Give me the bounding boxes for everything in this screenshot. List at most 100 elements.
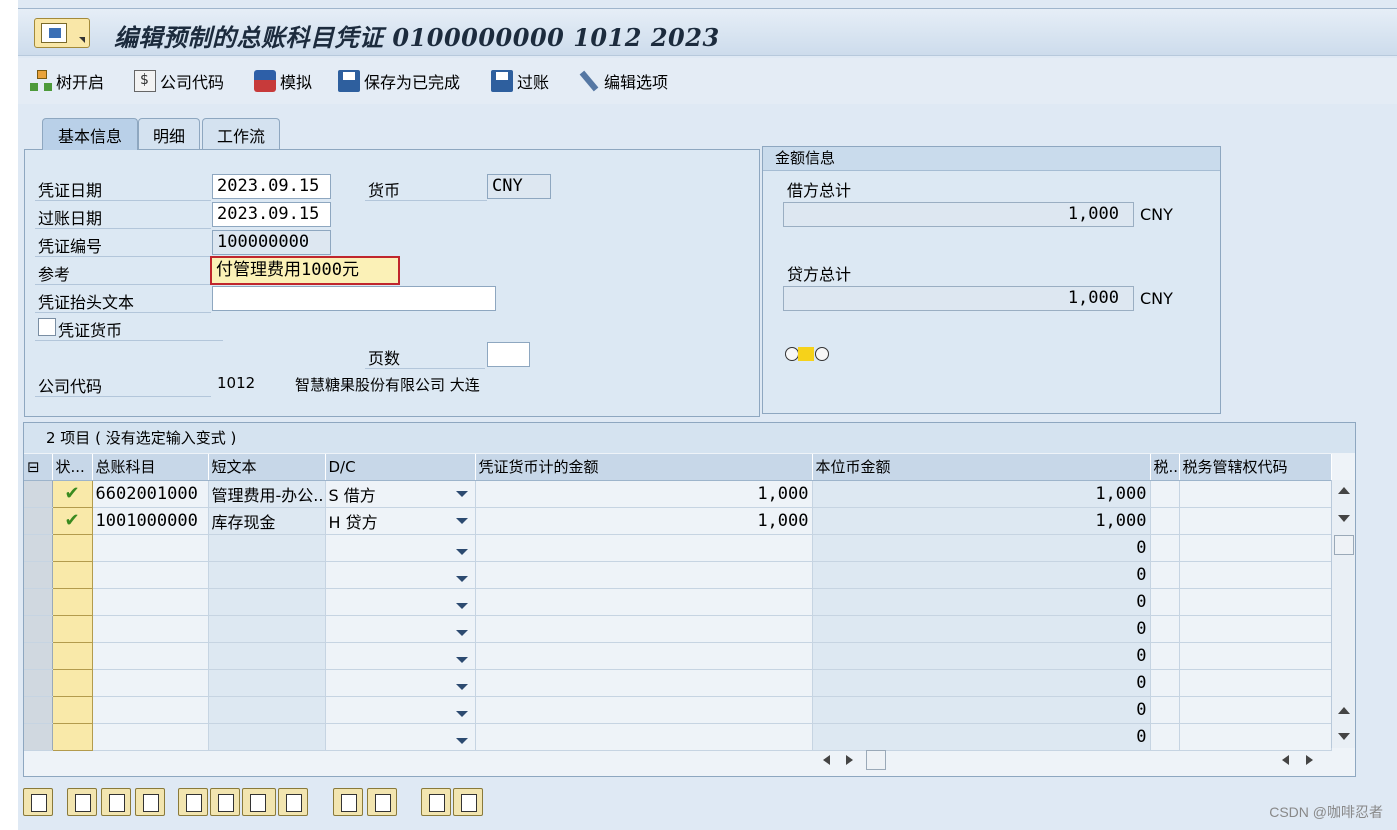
dc-cell[interactable] <box>325 534 476 562</box>
row-selector[interactable] <box>24 669 53 697</box>
dropdown-icon[interactable] <box>455 490 468 497</box>
gl-account-cell[interactable] <box>92 534 209 562</box>
edit-options-button[interactable]: 编辑选项 <box>578 68 668 94</box>
variant-icon[interactable] <box>453 788 483 816</box>
tax-jurisdiction-cell[interactable] <box>1179 723 1332 751</box>
gl-account-cell[interactable] <box>92 561 209 589</box>
vertical-scrollbar[interactable] <box>1331 480 1355 748</box>
reference-field[interactable]: 付管理费用1000元 <box>210 256 400 285</box>
filter-icon[interactable] <box>101 788 131 816</box>
company-code-button[interactable]: 公司代码 <box>134 68 224 94</box>
row-selector[interactable] <box>24 507 53 535</box>
short-text-cell[interactable]: 管理费用-办公... <box>208 480 326 508</box>
dropdown-icon[interactable] <box>455 603 468 609</box>
hscroll-thumb[interactable] <box>866 750 886 770</box>
row-selector[interactable] <box>24 723 53 751</box>
local-amount-cell[interactable]: 0 <box>812 561 1151 589</box>
local-amount-cell[interactable]: 1,000 <box>812 480 1151 508</box>
tax-jurisdiction-cell[interactable] <box>1179 669 1332 697</box>
col-gl-account[interactable]: 总账科目 <box>92 454 209 481</box>
short-text-cell[interactable] <box>208 561 326 589</box>
scroll-right-icon[interactable] <box>846 755 853 765</box>
table-row[interactable]: ✔ 6602001000 管理费用-办公... S 借方 1,000 1,000 <box>24 479 1332 508</box>
doc-amount-cell[interactable]: 1,000 <box>475 480 813 508</box>
add-rows-icon[interactable] <box>242 788 276 816</box>
tab-basic-info[interactable]: 基本信息 <box>42 118 138 150</box>
tax-cell[interactable] <box>1150 615 1180 643</box>
tax-jurisdiction-cell[interactable] <box>1179 615 1332 643</box>
dc-cell[interactable] <box>325 588 476 616</box>
short-text-cell[interactable] <box>208 642 326 670</box>
doc-amount-cell[interactable] <box>475 561 813 589</box>
tax-jurisdiction-cell[interactable] <box>1179 534 1332 562</box>
tax-jurisdiction-cell[interactable] <box>1179 588 1332 616</box>
table-row[interactable]: 0 <box>24 533 1332 562</box>
gl-account-cell[interactable]: 6602001000 <box>92 480 209 508</box>
append-row-icon[interactable] <box>210 788 240 816</box>
scroll-left-end-icon[interactable] <box>1282 755 1289 765</box>
dc-cell[interactable] <box>325 669 476 697</box>
row-selector[interactable] <box>24 480 53 508</box>
col-dc[interactable]: D/C <box>325 454 476 481</box>
dropdown-icon[interactable] <box>455 630 468 636</box>
scroll-thumb[interactable] <box>1334 535 1354 555</box>
gl-account-cell[interactable] <box>92 723 209 751</box>
doc-amount-cell[interactable] <box>475 615 813 643</box>
table-row[interactable]: ✔ 1001000000 库存现金 H 贷方 1,000 1,000 <box>24 506 1332 535</box>
dropdown-icon[interactable] <box>455 711 468 717</box>
col-short-text[interactable]: 短文本 <box>208 454 326 481</box>
simulate-button[interactable]: 模拟 <box>254 68 312 94</box>
currency-field[interactable]: CNY <box>487 174 551 199</box>
tax-jurisdiction-cell[interactable] <box>1179 480 1332 508</box>
dc-cell[interactable] <box>325 642 476 670</box>
tax-cell[interactable] <box>1150 696 1180 724</box>
detail-icon[interactable] <box>23 788 53 816</box>
row-selector[interactable] <box>24 696 53 724</box>
col-tax[interactable]: 税.. <box>1150 454 1180 481</box>
menu-icon[interactable] <box>34 18 90 48</box>
tax-cell[interactable] <box>1150 669 1180 697</box>
tree-on-button[interactable]: 树开启 <box>30 68 104 94</box>
dc-cell[interactable] <box>325 723 476 751</box>
local-amount-cell[interactable]: 0 <box>812 615 1151 643</box>
gl-account-cell[interactable] <box>92 588 209 616</box>
save-as-complete-button[interactable]: 保存为已完成 <box>338 68 460 94</box>
table-row[interactable]: 0 <box>24 668 1332 697</box>
dropdown-icon[interactable] <box>455 576 468 582</box>
doc-amount-cell[interactable] <box>475 534 813 562</box>
dc-cell[interactable]: H 贷方 <box>325 507 476 535</box>
col-local-amount[interactable]: 本位币金额 <box>812 454 1151 481</box>
tax-cell[interactable] <box>1150 723 1180 751</box>
tab-workflow[interactable]: 工作流 <box>202 118 280 150</box>
scroll-page-up-icon[interactable] <box>1338 707 1350 714</box>
dropdown-icon[interactable] <box>455 517 468 524</box>
local-amount-cell[interactable]: 0 <box>812 669 1151 697</box>
doc-amount-cell[interactable] <box>475 669 813 697</box>
doc-amount-cell[interactable] <box>475 642 813 670</box>
row-selector[interactable] <box>24 615 53 643</box>
tax-cell[interactable] <box>1150 561 1180 589</box>
col-doc-amount[interactable]: 凭证货币计的金额 <box>475 454 813 481</box>
scroll-right-end-icon[interactable] <box>1306 755 1313 765</box>
local-amount-cell[interactable]: 1,000 <box>812 507 1151 535</box>
copy-icon[interactable] <box>333 788 363 816</box>
short-text-cell[interactable] <box>208 723 326 751</box>
gl-account-cell[interactable]: 1001000000 <box>92 507 209 535</box>
local-amount-cell[interactable]: 0 <box>812 723 1151 751</box>
gl-account-cell[interactable] <box>92 669 209 697</box>
insert-row-icon[interactable] <box>178 788 208 816</box>
local-amount-cell[interactable]: 0 <box>812 696 1151 724</box>
layout-icon[interactable] <box>421 788 451 816</box>
dropdown-icon[interactable] <box>455 684 468 690</box>
tab-details[interactable]: 明细 <box>138 118 200 150</box>
short-text-cell[interactable]: 库存现金 <box>208 507 326 535</box>
scroll-down-icon[interactable] <box>1338 515 1350 522</box>
tax-cell[interactable] <box>1150 642 1180 670</box>
scroll-left-icon[interactable] <box>823 755 830 765</box>
dc-cell[interactable] <box>325 615 476 643</box>
local-amount-cell[interactable]: 0 <box>812 588 1151 616</box>
table-row[interactable]: 0 <box>24 722 1332 751</box>
col-status[interactable]: 状... <box>52 454 93 481</box>
short-text-cell[interactable] <box>208 696 326 724</box>
tax-cell[interactable] <box>1150 507 1180 535</box>
